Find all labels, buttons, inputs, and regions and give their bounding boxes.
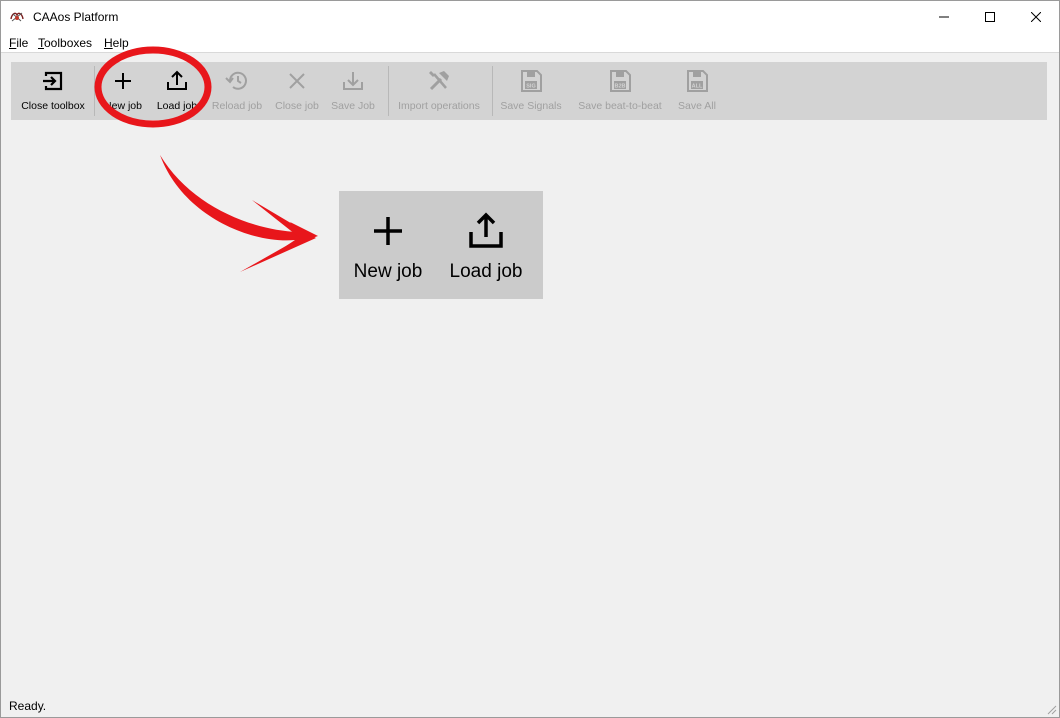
close-job-button[interactable]: Close job	[272, 62, 322, 120]
save-all-button[interactable]: ALL Save All	[672, 62, 722, 120]
close-toolbox-button[interactable]: Close toolbox	[16, 62, 90, 120]
save-b2b-icon: B2B	[610, 70, 631, 92]
zoom-new-job-label: New job	[353, 261, 423, 282]
plus-icon	[374, 217, 402, 245]
menu-help[interactable]: Help	[104, 36, 129, 50]
download-icon	[343, 72, 363, 90]
menu-toolboxes[interactable]: Toolboxes	[38, 36, 92, 50]
svg-text:B2B: B2B	[614, 84, 625, 90]
close-icon	[1031, 12, 1041, 22]
menu-file[interactable]: File	[9, 36, 28, 50]
save-all-icon: ALL	[687, 70, 708, 92]
toolbar-separator	[492, 66, 493, 116]
history-icon	[225, 71, 247, 90]
save-beat-to-beat-label: Save beat-to-beat	[578, 100, 662, 112]
app-logo-icon	[10, 12, 24, 22]
menu-bar: File Toolboxes Help	[1, 33, 1059, 53]
close-job-label: Close job	[275, 100, 319, 112]
minimize-icon	[939, 16, 949, 18]
reload-job-button[interactable]: Reload job	[210, 62, 264, 120]
save-all-label: Save All	[678, 100, 716, 112]
new-job-button[interactable]: New job	[100, 62, 146, 120]
svg-text:SIG: SIG	[526, 84, 535, 90]
load-job-label: Load job	[156, 100, 198, 112]
tools-icon	[429, 71, 449, 91]
toolbar: Close toolbox New job Load job Reload jo…	[11, 62, 1047, 120]
app-window: CAAos Platform File Toolboxes Help Close…	[0, 0, 1060, 718]
maximize-button[interactable]	[967, 1, 1013, 33]
status-bar: Ready.	[1, 694, 1059, 717]
minimize-button[interactable]	[921, 1, 967, 33]
status-text: Ready.	[9, 699, 47, 713]
load-job-button[interactable]: Load job	[152, 62, 202, 120]
import-operations-button[interactable]: Import operations	[393, 62, 485, 120]
exit-toolbox-icon	[43, 71, 63, 91]
save-job-button[interactable]: Save Job	[328, 62, 378, 120]
zoom-load-job: Load job	[443, 191, 529, 299]
close-job-icon	[289, 73, 305, 89]
close-window-button[interactable]	[1013, 1, 1059, 33]
save-signals-label: Save Signals	[500, 100, 562, 112]
save-sig-icon: SIG	[521, 70, 542, 92]
save-signals-button[interactable]: SIG Save Signals	[498, 62, 564, 120]
zoom-load-job-label: Load job	[449, 261, 523, 282]
title-bar: CAAos Platform	[1, 1, 1059, 33]
upload-icon	[167, 70, 187, 90]
close-toolbox-label: Close toolbox	[21, 100, 85, 112]
zoom-callout: New job Load job	[339, 191, 543, 299]
save-beat-to-beat-button[interactable]: B2B Save beat-to-beat	[572, 62, 668, 120]
reload-job-label: Reload job	[211, 100, 263, 112]
window-title: CAAos Platform	[33, 10, 119, 24]
save-job-label: Save Job	[331, 100, 375, 112]
toolbar-separator	[388, 66, 389, 116]
import-operations-label: Import operations	[398, 100, 480, 112]
plus-icon	[115, 73, 131, 89]
svg-text:ALL: ALL	[692, 84, 703, 90]
zoom-new-job: New job	[347, 191, 429, 299]
toolbar-separator	[94, 66, 95, 116]
upload-icon	[469, 212, 503, 248]
maximize-icon	[985, 12, 995, 22]
resize-grip-icon[interactable]	[1045, 703, 1057, 715]
new-job-label: New job	[104, 100, 142, 112]
